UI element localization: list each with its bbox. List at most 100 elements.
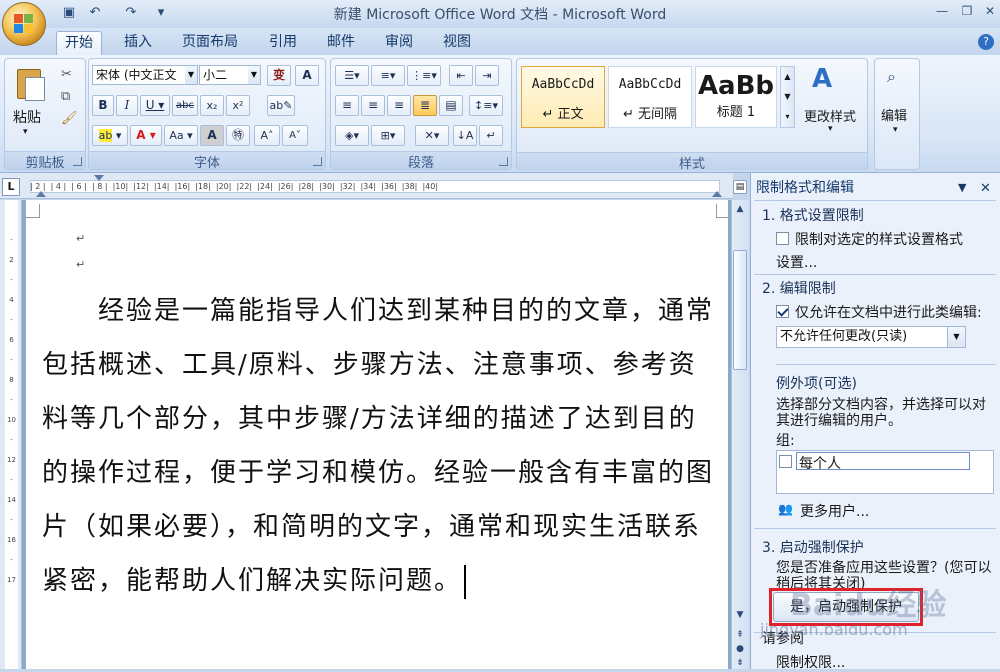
next-page-icon[interactable]: ⇟	[733, 656, 747, 670]
document-body[interactable]: 经验是一篇能指导人们达到某种目的的文章，通常包括概述、工具/原料、步骤方法、注意…	[42, 284, 720, 608]
multilevel-list-button[interactable]: ⋮≡▾	[407, 65, 441, 86]
bold-button[interactable]: B	[92, 95, 114, 116]
underline-button[interactable]: U ▾	[140, 95, 170, 116]
previous-page-icon[interactable]: ⇞	[733, 628, 747, 642]
decrease-indent-button[interactable]: ⇤	[449, 65, 473, 86]
style-no-spacing[interactable]: AaBbCcDd ↵ 无间隔	[608, 66, 692, 128]
everyone-item[interactable]: 每个人	[796, 452, 970, 472]
tab-view[interactable]: 视图	[435, 31, 479, 55]
paragraph-launcher-icon[interactable]	[499, 157, 508, 166]
copy-icon[interactable]: ⧉	[61, 89, 70, 104]
italic-button[interactable]: I	[116, 95, 138, 116]
office-logo-icon	[14, 14, 34, 34]
highlight-color-button[interactable]: ab ▾	[92, 125, 128, 146]
restrict-formatting-label: 限制对选定的样式设置格式	[795, 232, 963, 248]
allow-editing-checkbox[interactable]	[776, 305, 789, 318]
tab-insert[interactable]: 插入	[116, 31, 160, 55]
settings-link[interactable]: 设置...	[776, 252, 817, 272]
scroll-down-icon[interactable]: ▼	[733, 608, 747, 622]
show-marks-button[interactable]: ↵	[479, 125, 503, 146]
enclose-characters-button[interactable]: ㊕	[226, 125, 250, 146]
font-size-value: 小二	[203, 68, 228, 82]
superscript-button[interactable]: x²	[226, 95, 250, 116]
shrink-font-button[interactable]: A˅	[282, 125, 308, 146]
numbering-button[interactable]: ≡▾	[371, 65, 405, 86]
tab-review[interactable]: 审阅	[377, 31, 421, 55]
help-icon[interactable]: ?	[978, 34, 994, 50]
change-case-button[interactable]: Aa ▾	[164, 125, 198, 146]
first-line-indent-marker[interactable]	[94, 175, 104, 181]
document-paragraph: 经验是一篇能指导人们达到某种目的的文章，通常包括概述、工具/原料、步骤方法、注意…	[42, 296, 715, 596]
strikethrough-button[interactable]: abc	[172, 95, 198, 116]
tab-page-layout[interactable]: 页面布局	[174, 31, 246, 55]
pane-divider	[776, 364, 996, 365]
clipboard-launcher-icon[interactable]	[73, 157, 82, 166]
styles-scroll-icon[interactable]: ▲ ▼ ▾	[780, 66, 795, 128]
more-users-link[interactable]: 更多用户...	[800, 501, 869, 521]
tab-selector-button[interactable]: L	[2, 178, 20, 196]
tab-references[interactable]: 引用	[261, 31, 305, 55]
restrict-formatting-checkbox[interactable]	[776, 232, 789, 245]
pane-close-icon[interactable]: ✕	[980, 181, 991, 196]
minimize-icon[interactable]: —	[930, 2, 954, 20]
editing-type-select[interactable]: 不允许任何更改(只读) ▼	[776, 326, 966, 348]
font-name-value: 宋体 (中文正文	[96, 68, 177, 82]
scrollbar-thumb[interactable]	[733, 250, 747, 370]
paste-icon[interactable]	[13, 65, 47, 105]
shading-button[interactable]: ◈▾	[335, 125, 369, 146]
bullets-button[interactable]: ☰▾	[335, 65, 369, 86]
font-color-button[interactable]: A ▾	[130, 125, 162, 146]
tab-home[interactable]: 开始	[56, 31, 102, 55]
change-styles-icon[interactable]: A	[812, 64, 832, 94]
change-styles-button[interactable]: 更改样式	[804, 106, 856, 125]
pane-menu-icon[interactable]: ▼	[958, 181, 966, 194]
view-ruler-icon[interactable]: ▤	[733, 180, 747, 194]
align-center-button[interactable]: ≡	[361, 95, 385, 116]
clear-format-icon[interactable]: ab✎	[267, 95, 295, 116]
subscript-button[interactable]: x₂	[200, 95, 224, 116]
paragraph-group-label: 段落	[331, 151, 511, 171]
increase-indent-button[interactable]: ⇥	[475, 65, 499, 86]
paste-button[interactable]: 粘贴	[13, 107, 41, 127]
format-painter-icon[interactable]: 🖌	[61, 111, 78, 126]
sort-button[interactable]: ↓A	[453, 125, 477, 146]
tab-mailings[interactable]: 邮件	[319, 31, 363, 55]
editing-type-value: 不允许任何更改(只读)	[780, 329, 908, 344]
distributed-button[interactable]: ▤	[439, 95, 463, 116]
select-browse-object-icon[interactable]: ●	[733, 642, 747, 656]
style-sample: AaBbCcDd	[618, 77, 682, 92]
pane-divider	[754, 274, 996, 275]
asian-layout-button[interactable]: ✕▾	[415, 125, 449, 146]
font-name-select[interactable]: 宋体 (中文正文 ▼	[92, 65, 198, 85]
restrict-permission-link[interactable]: 限制权限...	[776, 652, 845, 672]
users-icon: 👥	[778, 502, 793, 516]
cut-icon[interactable]: ✂	[61, 67, 72, 82]
character-border-button[interactable]: A	[295, 65, 319, 86]
chevron-down-icon: ▼	[947, 327, 965, 347]
scroll-up-icon[interactable]: ▲	[733, 202, 747, 216]
align-left-button[interactable]: ≡	[335, 95, 359, 116]
style-normal[interactable]: AaBbCcDd ↵ 正文	[521, 66, 605, 128]
chevron-down-icon: ▼	[248, 66, 260, 84]
phonetic-guide-button[interactable]: 变	[267, 65, 291, 86]
character-shading-button[interactable]: A	[200, 125, 224, 146]
ruler-numbers: | 2 | | 4 | | 6 | | 8 | |10| |12| |14| |…	[30, 182, 439, 191]
editing-group: ⌕ 编辑 ▾	[874, 58, 920, 170]
right-indent-marker[interactable]	[712, 191, 722, 197]
paste-dropdown-icon[interactable]: ▾	[23, 127, 28, 137]
restore-icon[interactable]: ❐	[955, 2, 979, 20]
font-size-select[interactable]: 小二 ▼	[199, 65, 261, 85]
borders-button[interactable]: ⊞▾	[371, 125, 405, 146]
editing-button[interactable]: 编辑	[881, 105, 907, 124]
align-right-button[interactable]: ≡	[387, 95, 411, 116]
binoculars-icon[interactable]: ⌕	[887, 67, 896, 87]
close-icon[interactable]: ✕	[978, 2, 1000, 20]
font-launcher-icon[interactable]	[313, 157, 322, 166]
grow-font-button[interactable]: A˄	[254, 125, 280, 146]
office-button[interactable]	[2, 2, 46, 46]
justify-button[interactable]: ≣	[413, 95, 437, 116]
everyone-checkbox[interactable]	[779, 455, 792, 468]
left-indent-marker[interactable]	[36, 191, 46, 197]
style-heading-1[interactable]: AaBb 标题 1	[695, 66, 777, 128]
line-spacing-button[interactable]: ↕≡▾	[469, 95, 503, 116]
